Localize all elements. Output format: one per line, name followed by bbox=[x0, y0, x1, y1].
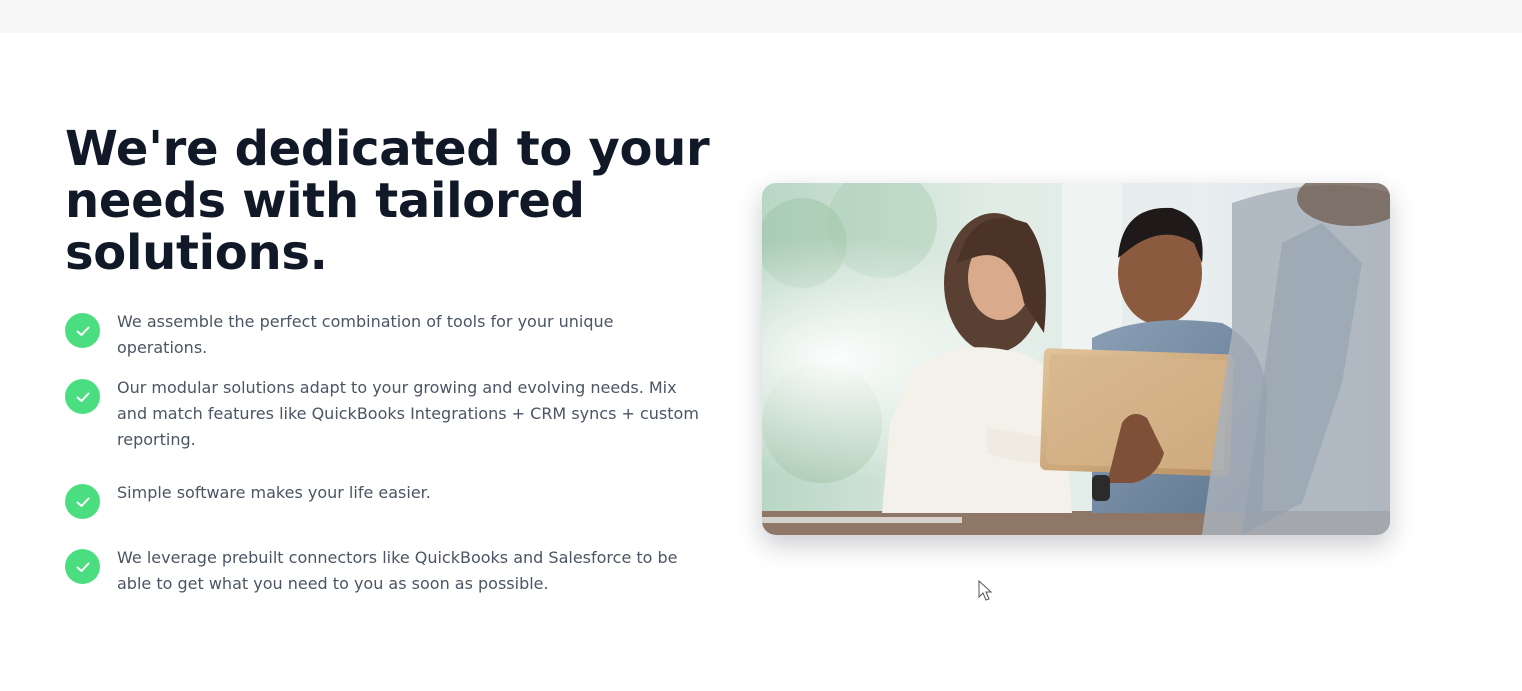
section-headline: We're dedicated to your needs with tailo… bbox=[65, 121, 710, 281]
top-band bbox=[0, 0, 1522, 33]
feature-text: Simple software makes your life easier. bbox=[117, 483, 431, 502]
feature-text: We leverage prebuilt connectors like Qui… bbox=[117, 548, 678, 593]
feature-text: We assemble the perfect combination of t… bbox=[117, 312, 614, 357]
check-circle-icon bbox=[65, 379, 100, 414]
feature-section: We're dedicated to your needs with tailo… bbox=[0, 33, 1522, 691]
team-laptop-photo bbox=[762, 183, 1390, 535]
feature-item: We leverage prebuilt connectors like Qui… bbox=[65, 548, 705, 597]
check-circle-icon bbox=[65, 313, 100, 348]
feature-text: Our modular solutions adapt to your grow… bbox=[117, 378, 699, 449]
check-circle-icon bbox=[65, 484, 100, 519]
mouse-cursor-icon bbox=[978, 580, 993, 601]
check-circle-icon bbox=[65, 549, 100, 584]
feature-item: We assemble the perfect combination of t… bbox=[65, 312, 705, 361]
feature-item: Our modular solutions adapt to your grow… bbox=[65, 378, 705, 453]
feature-item: Simple software makes your life easier. bbox=[65, 483, 705, 519]
